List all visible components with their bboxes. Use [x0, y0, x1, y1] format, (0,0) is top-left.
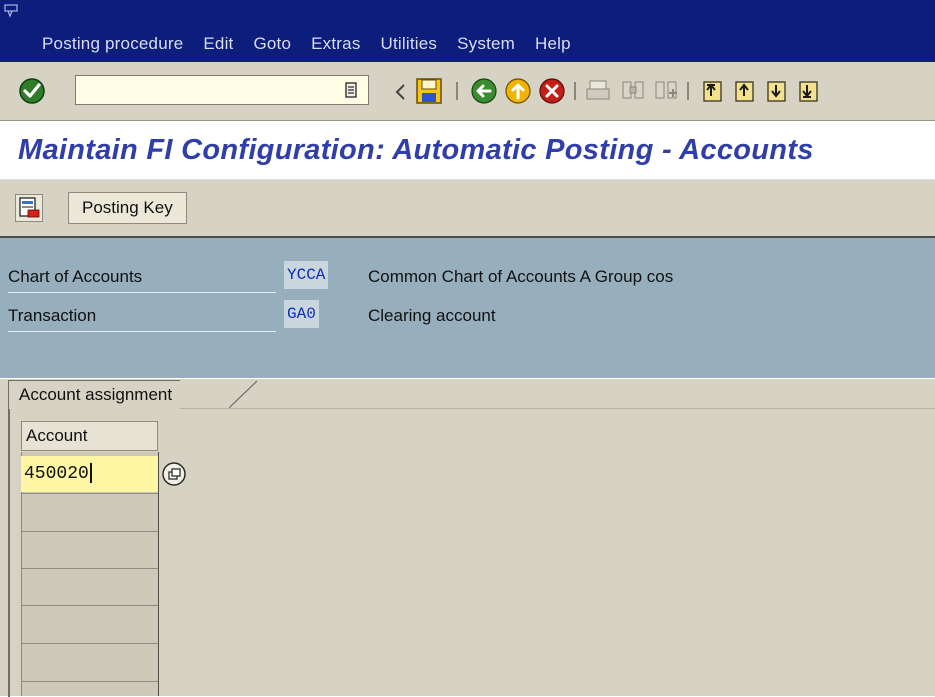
- account-column-header[interactable]: Account: [21, 421, 158, 451]
- other-entries-button[interactable]: [15, 194, 43, 222]
- transaction-value: GA0: [284, 300, 319, 328]
- table-row-divider: [22, 568, 158, 569]
- command-field[interactable]: [75, 75, 369, 105]
- menu-items: Posting procedure Edit Goto Extras Utili…: [42, 34, 591, 54]
- back-icon[interactable]: [393, 82, 407, 102]
- tab-account-assignment[interactable]: Account assignment: [8, 380, 181, 409]
- table-row-divider: [22, 681, 158, 682]
- table-row-divider: [22, 493, 158, 494]
- system-menu-icon[interactable]: [4, 4, 18, 18]
- menu-bar: Posting procedure Edit Goto Extras Utili…: [0, 0, 935, 62]
- value-help-icon[interactable]: [161, 461, 187, 487]
- text-cursor: [89, 463, 92, 484]
- exit-icon[interactable]: [504, 77, 532, 105]
- transaction-description: Clearing account: [368, 306, 496, 325]
- next-page-icon[interactable]: [762, 78, 790, 104]
- previous-page-icon[interactable]: [730, 78, 758, 104]
- menu-system[interactable]: System: [457, 34, 515, 54]
- toolbar-separator: [687, 82, 689, 100]
- find-next-icon[interactable]: [653, 79, 679, 103]
- menu-extras[interactable]: Extras: [311, 34, 360, 54]
- command-history-icon[interactable]: [344, 82, 358, 98]
- posting-key-button[interactable]: Posting Key: [68, 192, 187, 224]
- chart-of-accounts-label: Chart of Accounts: [8, 262, 276, 293]
- menu-utilities[interactable]: Utilities: [381, 34, 438, 54]
- cancel-icon[interactable]: [538, 77, 566, 105]
- toolbar-separator: [574, 82, 576, 100]
- menu-edit[interactable]: Edit: [203, 34, 233, 54]
- menu-goto[interactable]: Goto: [253, 34, 291, 54]
- chart-of-accounts-value: YCCA: [284, 261, 329, 289]
- transaction-label: Transaction: [8, 301, 276, 332]
- account-input-value: 450020: [24, 464, 89, 484]
- first-page-icon[interactable]: [698, 78, 726, 104]
- find-icon[interactable]: [620, 79, 646, 103]
- toolbar-separator: [456, 82, 458, 100]
- table-row-divider: [22, 605, 158, 606]
- table-row-divider: [22, 643, 158, 644]
- last-page-icon[interactable]: [794, 78, 822, 104]
- page-title: Maintain FI Configuration: Automatic Pos…: [18, 134, 814, 166]
- display-change-icon: [19, 197, 40, 218]
- menu-posting-procedure[interactable]: Posting procedure: [42, 34, 183, 54]
- enter-icon[interactable]: [18, 77, 46, 105]
- green-back-icon[interactable]: [470, 77, 498, 105]
- print-icon[interactable]: [585, 79, 611, 103]
- tab-edge: [229, 380, 258, 409]
- menu-help[interactable]: Help: [535, 34, 571, 54]
- table-row-divider: [22, 531, 158, 532]
- account-input[interactable]: 450020: [21, 456, 158, 492]
- chart-of-accounts-description: Common Chart of Accounts A Group cos: [368, 267, 674, 286]
- save-icon[interactable]: [416, 78, 442, 104]
